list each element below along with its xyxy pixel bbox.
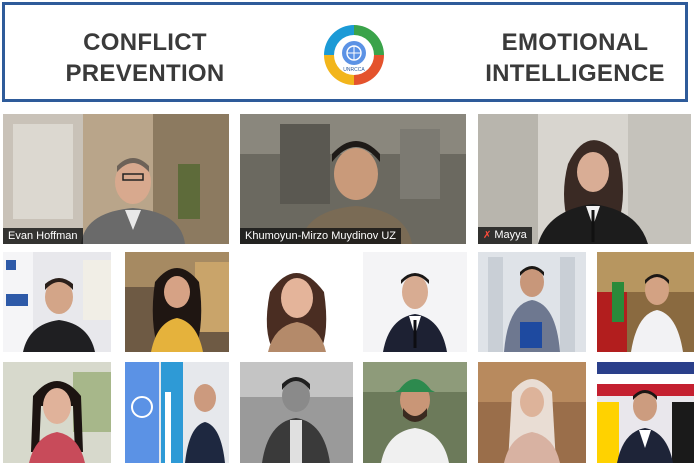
speaker-name-label: Khumoyun-Mirzo Muydinov UZ <box>240 228 401 244</box>
speaker-name-label: ✗ Mayya <box>478 227 532 244</box>
video-tile-speaker-1[interactable]: Evan Hoffman <box>3 114 229 244</box>
participant-tile-8[interactable] <box>125 362 229 463</box>
banner-right-title: EMOTIONAL INTELLIGENCE <box>465 27 685 89</box>
participant-tile-1[interactable] <box>3 252 111 352</box>
participant-7-video <box>3 362 111 463</box>
banner-left-title: CONFLICT PREVENTION <box>35 27 255 89</box>
video-tile-speaker-2[interactable]: Khumoyun-Mirzo Muydinov UZ <box>240 114 466 244</box>
participant-tile-9[interactable] <box>240 362 353 463</box>
video-tile-speaker-3[interactable]: ✗ Mayya <box>478 114 691 244</box>
banner-left-title-line1: CONFLICT <box>83 29 207 56</box>
participant-4-video <box>363 252 467 352</box>
participant-3-video <box>240 252 353 352</box>
participant-tile-6[interactable] <box>597 252 694 352</box>
logo-caption: UNRCCA <box>343 67 365 73</box>
participant-12-video <box>597 362 694 463</box>
banner-right-title-line1: EMOTIONAL <box>501 29 649 56</box>
participant-9-video <box>240 362 353 463</box>
banner-right-title-line2: INTELLIGENCE <box>485 60 665 87</box>
speaker-2-video <box>240 114 466 244</box>
participant-10-video <box>363 362 467 463</box>
participant-2-video <box>125 252 229 352</box>
participant-8-video <box>125 362 229 463</box>
participant-tile-10[interactable] <box>363 362 467 463</box>
participant-tile-11[interactable] <box>478 362 586 463</box>
mic-muted-icon: ✗ <box>483 230 492 241</box>
participant-1-video <box>3 252 111 352</box>
speaker-name-text: Mayya <box>494 229 527 241</box>
banner-left-title-line2: PREVENTION <box>65 60 225 87</box>
unrcca-logo: UNRCCA <box>324 25 384 85</box>
banner: CONFLICT PREVENTION UNRCCA EMOTIONAL INT… <box>2 2 688 102</box>
participant-5-video <box>478 252 586 352</box>
participant-tile-2[interactable] <box>125 252 229 352</box>
speaker-name-label: Evan Hoffman <box>3 228 83 244</box>
participant-6-video <box>597 252 694 352</box>
speaker-3-video <box>478 114 691 244</box>
participant-tile-7[interactable] <box>3 362 111 463</box>
participant-11-video <box>478 362 586 463</box>
participant-tile-12[interactable] <box>597 362 694 463</box>
participant-tile-5[interactable] <box>478 252 586 352</box>
participant-tile-4[interactable] <box>363 252 467 352</box>
speaker-1-video <box>3 114 229 244</box>
participant-tile-3[interactable] <box>240 252 353 352</box>
